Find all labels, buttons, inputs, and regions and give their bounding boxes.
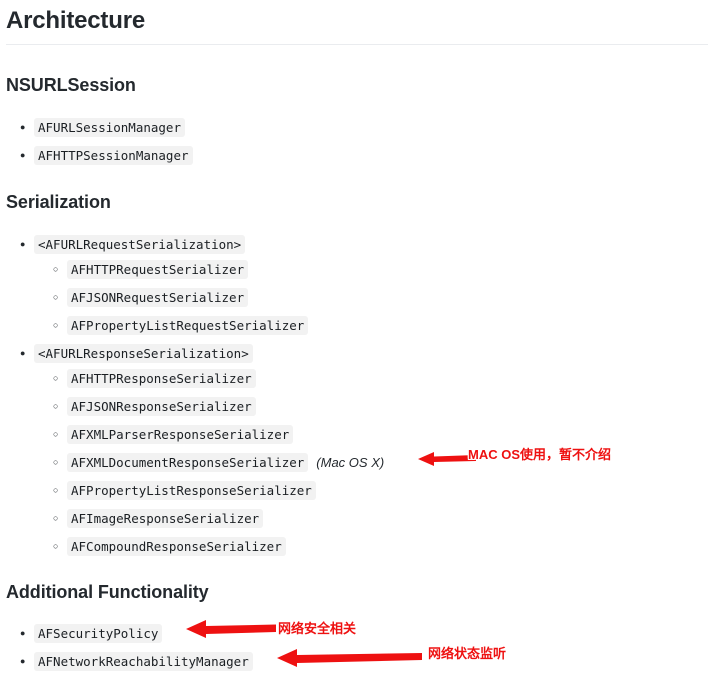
bullet-disc-icon [20, 343, 34, 364]
bullet-circle-icon [53, 424, 67, 445]
list-item: AFXMLParserResponseSerializer [53, 424, 294, 445]
code-chip: AFPropertyListResponseSerializer [67, 480, 316, 500]
section-heading-additional: Additional Functionality [6, 582, 209, 602]
bullet-circle-icon [53, 536, 67, 557]
bullet-circle-icon [53, 315, 67, 336]
list-item: AFHTTPResponseSerializer [53, 368, 256, 388]
list-item: <AFURLResponseSerialization> [20, 343, 253, 363]
code-chip: <AFURLRequestSerialization> [34, 234, 246, 254]
page-title: Architecture [6, 7, 145, 34]
code-chip: AFImageResponseSerializer [67, 508, 264, 528]
list-item: AFPropertyListRequestSerializer [53, 315, 309, 336]
list-item: AFNetworkReachabilityManager [20, 651, 253, 671]
annotation-arrow-security [186, 620, 276, 638]
bullet-circle-icon [53, 368, 67, 389]
list-item: <AFURLRequestSerialization> [20, 234, 246, 255]
bullet-circle-icon [53, 259, 67, 280]
annotation-text-reachability: 网络状态监听 [428, 646, 507, 661]
annotation-arrow-reachability [277, 649, 422, 667]
list-item: AFSecurityPolicy [20, 623, 163, 644]
bullet-disc-icon [20, 623, 34, 644]
code-chip: AFJSONRequestSerializer [67, 287, 249, 307]
bullet-disc-icon [20, 117, 34, 138]
annotation-text-security: 网络安全相关 [278, 621, 357, 636]
code-chip: AFPropertyListRequestSerializer [67, 315, 309, 335]
code-chip: AFJSONResponseSerializer [67, 396, 256, 416]
list-item: AFJSONRequestSerializer [53, 287, 249, 308]
code-chip: AFCompoundResponseSerializer [67, 536, 286, 556]
code-chip: AFXMLParserResponseSerializer [67, 424, 294, 444]
code-chip: <AFURLResponseSerialization> [34, 343, 253, 363]
bullet-circle-icon [53, 480, 67, 501]
code-chip: AFHTTPSessionManager [34, 145, 193, 165]
document-page: Architecture NSURLSession AFURLSessionMa… [0, 0, 713, 680]
code-chip: AFHTTPRequestSerializer [67, 259, 249, 279]
annotation-text-macos: MAC OS使用，暂不介绍 [468, 447, 612, 462]
code-chip: AFXMLDocumentResponseSerializer [67, 452, 309, 472]
platform-note: (Mac OS X) [316, 454, 385, 470]
list-item: AFURLSessionManager [20, 117, 185, 137]
list-item: AFCompoundResponseSerializer [53, 536, 286, 556]
list-item: AFImageResponseSerializer [53, 508, 264, 529]
bullet-circle-icon [53, 508, 67, 529]
bullet-circle-icon [53, 287, 67, 308]
section-heading-serialization: Serialization [6, 192, 111, 212]
bullet-disc-icon [20, 145, 34, 166]
bullet-disc-icon [20, 651, 34, 672]
list-item: AFXMLDocumentResponseSerializer (Mac OS … [53, 452, 384, 472]
title-divider [6, 44, 708, 45]
list-item: AFPropertyListResponseSerializer [53, 480, 316, 500]
code-chip: AFSecurityPolicy [34, 623, 163, 643]
code-chip: AFNetworkReachabilityManager [34, 651, 253, 671]
list-item: AFJSONResponseSerializer [53, 396, 256, 416]
bullet-circle-icon [53, 396, 67, 417]
bullet-disc-icon [20, 234, 34, 255]
bullet-circle-icon [53, 452, 67, 473]
code-chip: AFURLSessionManager [34, 117, 185, 137]
list-item: AFHTTPSessionManager [20, 145, 193, 165]
code-chip: AFHTTPResponseSerializer [67, 368, 256, 388]
list-item: AFHTTPRequestSerializer [53, 259, 249, 280]
section-heading-nsurlsession: NSURLSession [6, 75, 136, 95]
